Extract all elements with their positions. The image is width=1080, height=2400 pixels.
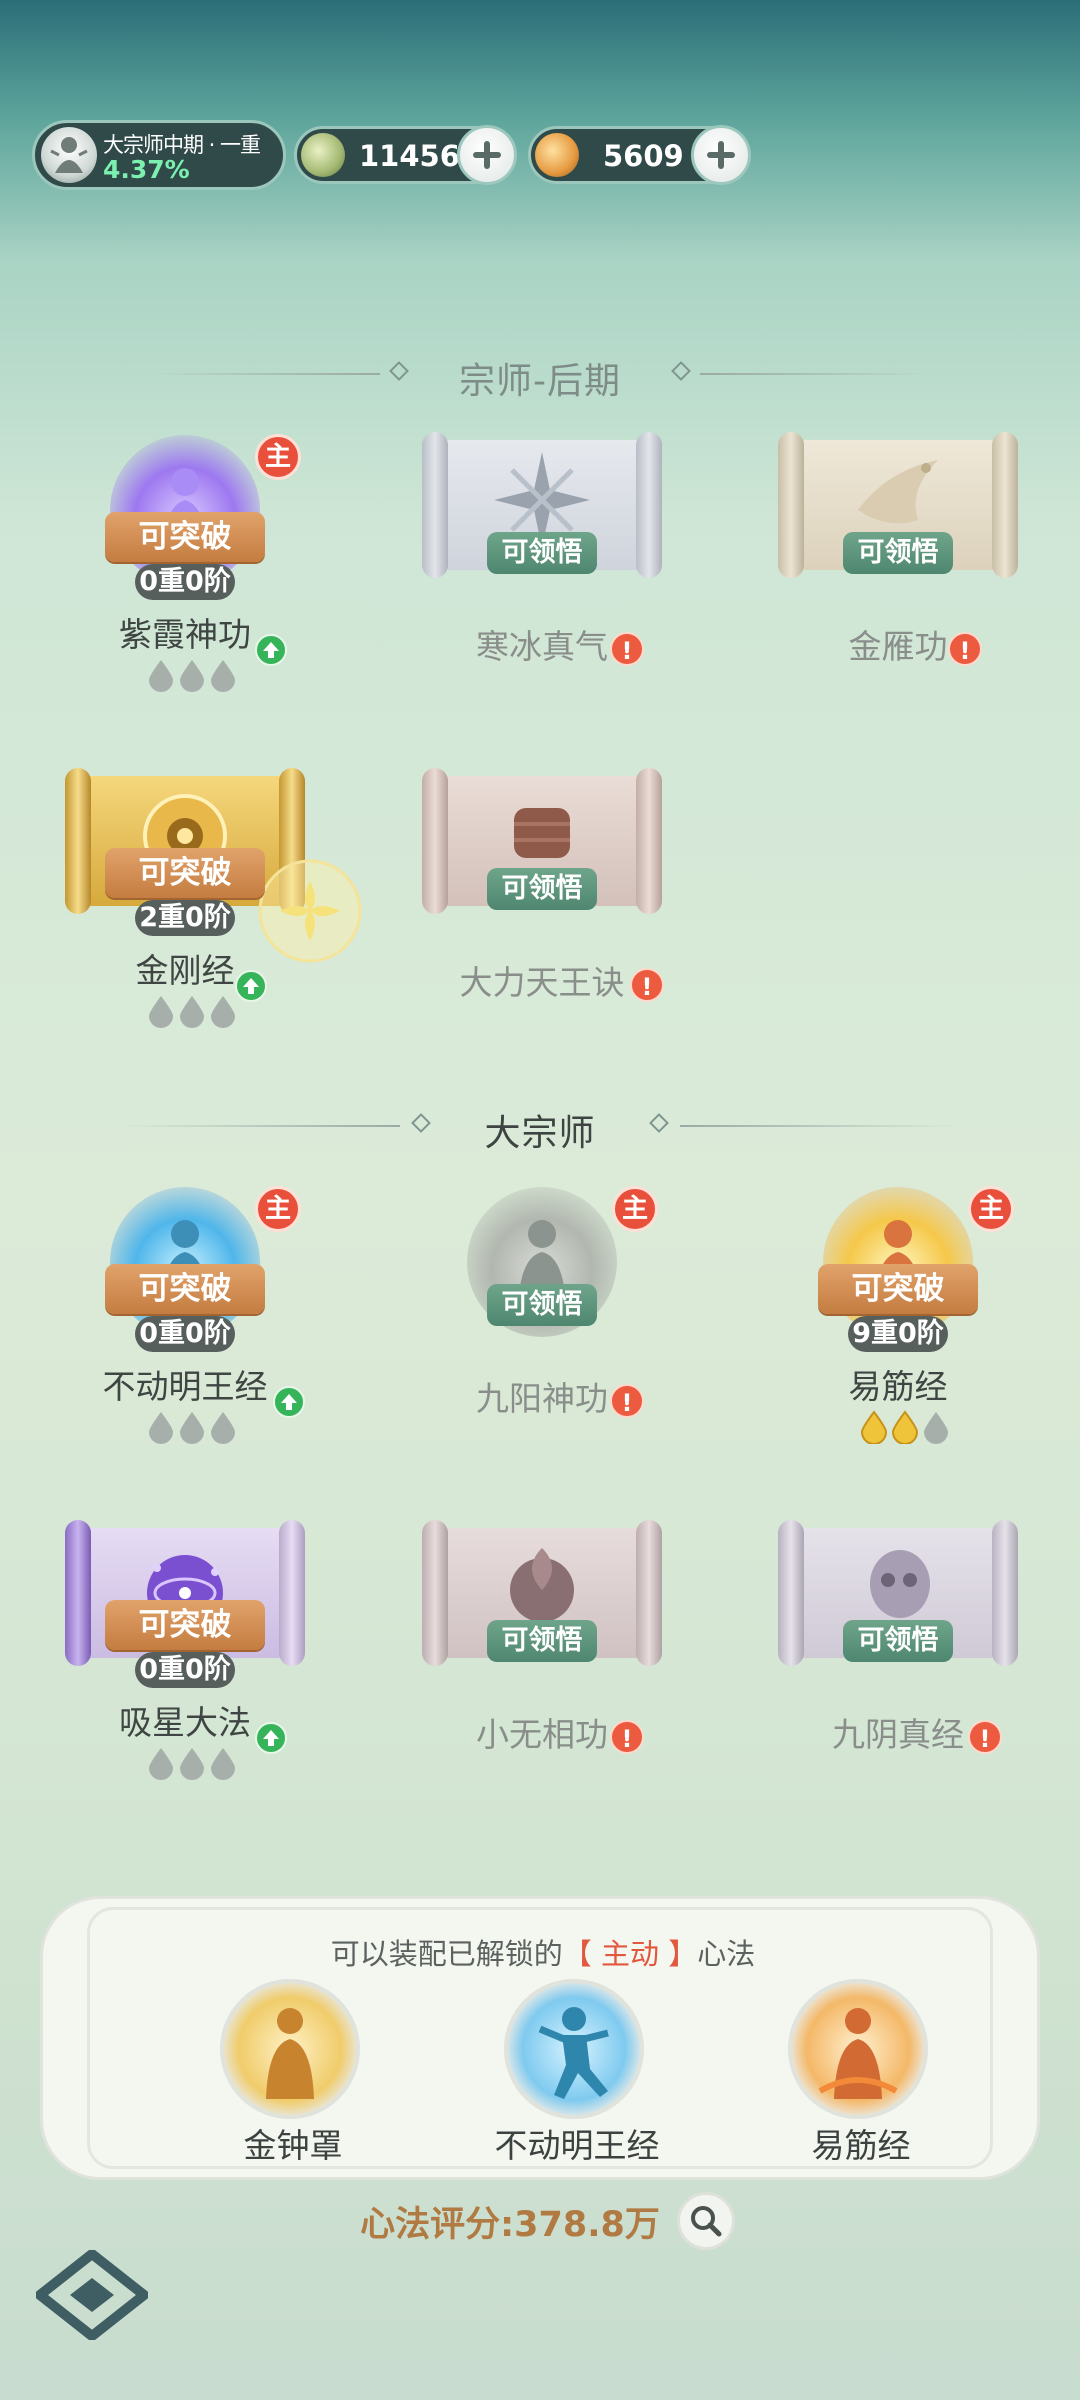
main-skill-badge: 主 <box>968 1186 1014 1232</box>
skill-card-xixing[interactable]: 可突破 0重0阶 吸星大法 <box>55 1508 315 1828</box>
rank-badge[interactable]: 大宗师中期 · 一重 4.37% <box>32 120 286 190</box>
section-title: 宗师-后期 <box>459 361 621 402</box>
comprehend-tag: 可领悟 <box>843 532 953 574</box>
search-icon <box>691 2206 722 2237</box>
skill-card-xiaowuxiang[interactable]: 可领悟 小无相功 ! <box>412 1508 672 1828</box>
equip-slot-yijin[interactable]: 易筋经 <box>751 1979 951 2169</box>
breakthrough-tag: 可突破 <box>105 848 265 898</box>
skill-name: 易筋经 <box>848 1367 948 1406</box>
coin-icon <box>535 133 579 177</box>
currency-jade: 11456 <box>294 125 517 185</box>
alert-icon: ! <box>610 1720 644 1754</box>
drop-icon <box>180 660 204 692</box>
equip-hint: 可以装配已解锁的【 主动 】心法 <box>330 1937 756 1971</box>
skill-card-zixia[interactable]: 主 可突破 0重0阶 紫霞神功 <box>55 420 315 740</box>
skill-score: 心法评分:378.8万 <box>360 2205 660 2245</box>
section-header-grandmaster-late: 宗师-后期 <box>0 344 1080 404</box>
skill-level: 2重0阶 <box>135 900 235 936</box>
skill-level: 9重0阶 <box>848 1316 948 1352</box>
section-title: 大宗师 <box>484 1113 596 1154</box>
kick-figure-icon <box>538 2007 609 2099</box>
skill-name: 紫霞神功 <box>119 615 251 654</box>
add-jade-button[interactable] <box>457 125 517 185</box>
drop-icon <box>924 1412 948 1444</box>
drop-icon <box>211 1748 235 1780</box>
comprehend-tag: 可领悟 <box>487 868 597 910</box>
drop-icon <box>180 996 204 1028</box>
drop-filled-icon <box>891 1410 919 1444</box>
jade-pouch-icon <box>301 133 345 177</box>
drop-icon <box>149 996 173 1028</box>
breakthrough-tag: 可突破 <box>105 1600 265 1650</box>
comprehend-tag: 可领悟 <box>487 1284 597 1326</box>
essence-drops <box>147 658 237 692</box>
skill-card-jinyan[interactable]: 可领悟 金雁功 ! <box>768 420 1028 740</box>
currency-coin-value: 5609 <box>603 139 684 173</box>
essence-drops <box>147 1410 237 1444</box>
equip-panel: 可以装配已解锁的【 主动 】心法 金钟罩 不动明王经 易筋经 <box>40 1896 1040 2180</box>
skill-name: 金雁功 <box>848 627 948 666</box>
drop-icon <box>211 996 235 1028</box>
skill-card-jingang[interactable]: 可突破 2重0阶 金刚经 <box>55 756 362 1076</box>
essence-drops <box>147 1746 237 1780</box>
equip-slot-name: 不动明王经 <box>494 2126 660 2165</box>
golden-bell-figure-icon <box>266 2008 314 2099</box>
skill-card-jiuyang[interactable]: 主 可领悟 九阳神功 ! <box>412 1172 672 1492</box>
flame-figure-icon <box>818 2008 898 2099</box>
skill-level: 0重0阶 <box>135 564 235 600</box>
alert-icon: ! <box>948 632 982 666</box>
essence-drops <box>147 994 237 1028</box>
menu-logo-icon[interactable] <box>36 2250 148 2340</box>
add-coin-button[interactable] <box>691 125 751 185</box>
equip-slot-name: 金钟罩 <box>243 2126 343 2165</box>
skill-name: 不动明王经 <box>102 1367 268 1406</box>
alert-icon: ! <box>968 1720 1002 1754</box>
comprehend-tag: 可领悟 <box>487 1620 597 1662</box>
search-button[interactable] <box>677 2192 735 2250</box>
skill-level: 0重0阶 <box>135 1316 235 1352</box>
essence-drops <box>860 1410 950 1444</box>
rank-progress: 4.37% <box>103 155 190 184</box>
drop-icon <box>211 1412 235 1444</box>
alert-icon: ! <box>610 632 644 666</box>
alert-icon: ! <box>630 968 664 1002</box>
skill-level: 0重0阶 <box>135 1652 235 1688</box>
skill-card-yijin[interactable]: 主 可突破 9重0阶 易筋经 <box>768 1172 1028 1492</box>
drop-icon <box>149 1748 173 1780</box>
alert-icon: ! <box>610 1384 644 1418</box>
main-skill-badge: 主 <box>612 1186 658 1232</box>
breakthrough-tag: 可突破 <box>818 1264 978 1314</box>
equip-slot-name: 易筋经 <box>811 2126 911 2165</box>
comprehend-tag: 可领悟 <box>843 1620 953 1662</box>
drop-filled-icon <box>860 1410 888 1444</box>
skill-name: 金刚经 <box>135 951 235 990</box>
drop-icon <box>149 1412 173 1444</box>
breakthrough-tag: 可突破 <box>105 512 265 562</box>
skill-name: 吸星大法 <box>119 1703 251 1742</box>
equip-slot-budongmingwang[interactable]: 不动明王经 <box>467 1979 667 2169</box>
skill-card-hanbing[interactable]: 可领悟 寒冰真气 ! <box>412 420 672 740</box>
drop-icon <box>149 660 173 692</box>
comprehend-tag: 可领悟 <box>487 532 597 574</box>
skill-card-dali[interactable]: 可领悟 大力天王诀 ! <box>412 756 672 1076</box>
skill-card-budongmingwang[interactable]: 主 可突破 0重0阶 不动明王经 <box>55 1172 315 1492</box>
main-skill-badge: 主 <box>255 434 301 480</box>
section-header-grand-master: 大宗师 <box>0 1096 1080 1156</box>
drop-icon <box>180 1412 204 1444</box>
equip-slot-jinzhongzhao[interactable]: 金钟罩 <box>183 1979 383 2169</box>
drop-icon <box>180 1748 204 1780</box>
currency-coin: 5609 <box>528 125 751 185</box>
drop-icon <box>211 660 235 692</box>
currency-jade-value: 11456 <box>359 139 460 173</box>
breakthrough-tag: 可突破 <box>105 1264 265 1314</box>
skill-card-jiuyin[interactable]: 可领悟 九阴真经 ! <box>768 1508 1028 1828</box>
rank-avatar-icon <box>41 127 97 183</box>
main-skill-badge: 主 <box>255 1186 301 1232</box>
